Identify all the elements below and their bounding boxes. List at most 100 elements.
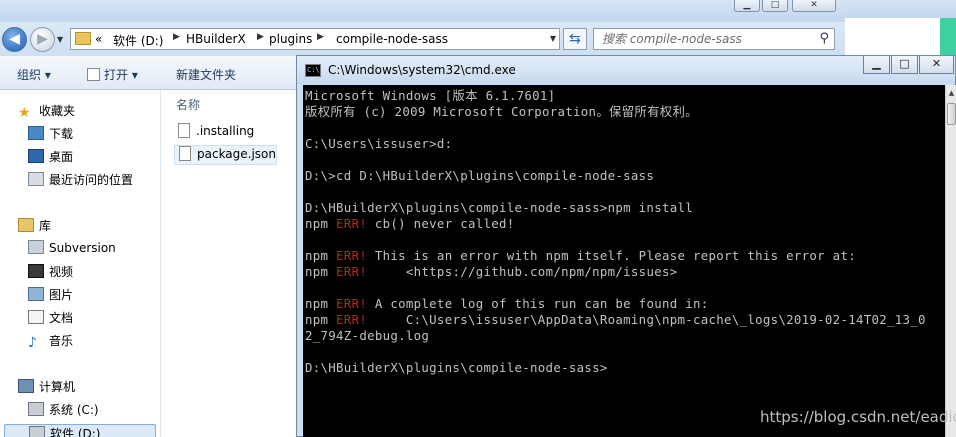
scrollbar-thumb[interactable] bbox=[947, 103, 956, 125]
explorer-title-strip: ▁ □ ✕ bbox=[0, 0, 845, 22]
arrow-right-icon: ▶ bbox=[37, 31, 48, 47]
cmd-window: C:\ C:\Windows\system32\cmd.exe ▁ □ ✕ Mi… bbox=[296, 55, 956, 437]
sidebar-item-label: 库 bbox=[39, 219, 52, 233]
breadcrumb-plugins[interactable]: plugins bbox=[269, 32, 312, 46]
sidebar-item-music[interactable]: ♪ 音乐 bbox=[28, 332, 73, 352]
sidebar-item-downloads[interactable]: 下载 bbox=[28, 125, 73, 145]
video-icon bbox=[28, 264, 44, 278]
navigation-bar: ◀ ▶ ▼ « 软件 (D:) ▶ HBuilderX ▶ plugins ▶ … bbox=[0, 22, 845, 56]
console-text: Microsoft Windows [版本 6.1.7601] 版权所有 (c) … bbox=[305, 88, 926, 376]
sidebar-item-documents[interactable]: 文档 bbox=[28, 309, 73, 329]
console-line: 2_794Z-debug.log bbox=[305, 328, 430, 343]
navigation-pane: ★ 收藏夹 下载 桌面 最近访问的位置 库 Subversion 视频 图片 文档… bbox=[0, 90, 160, 437]
breadcrumb-compile-node-sass[interactable]: compile-node-sass bbox=[336, 32, 448, 46]
breadcrumb-separator-icon[interactable]: ▶ bbox=[173, 32, 180, 42]
sidebar-item-software-drive[interactable]: 软件 (D:) bbox=[4, 424, 156, 437]
sidebar-item-computer[interactable]: 计算机 bbox=[18, 378, 75, 398]
console-message: <https://github.com/npm/npm/issues> bbox=[367, 264, 678, 279]
new-folder-button[interactable]: 新建文件夹 bbox=[176, 66, 236, 83]
sidebar-item-label: 计算机 bbox=[39, 380, 76, 394]
documents-icon bbox=[28, 310, 44, 324]
organize-menu-button[interactable]: 组织 ▾ bbox=[17, 66, 51, 83]
desktop-icon bbox=[28, 149, 44, 163]
subversion-icon bbox=[28, 240, 44, 254]
forward-button[interactable]: ▶ bbox=[30, 27, 55, 52]
column-header-name[interactable]: 名称 bbox=[176, 96, 200, 113]
sidebar-item-label: 视频 bbox=[49, 265, 74, 279]
cmd-minimize-button[interactable]: ▁ bbox=[863, 56, 890, 74]
search-icon[interactable]: ⚲ bbox=[819, 31, 829, 46]
console-line: npm ERR! This is an error with npm itsel… bbox=[305, 248, 926, 264]
address-bar[interactable]: « 软件 (D:) ▶ HBuilderX ▶ plugins ▶ compil… bbox=[70, 28, 560, 50]
computer-icon bbox=[18, 379, 34, 393]
cmd-title-bar[interactable]: C:\ C:\Windows\system32\cmd.exe ▁ □ ✕ bbox=[297, 56, 955, 84]
explorer-maximize-button[interactable]: □ bbox=[762, 0, 788, 12]
console-line: C:\Users\issuser>d: bbox=[305, 136, 453, 151]
npm-prefix: npm bbox=[305, 216, 329, 231]
console-scrollbar[interactable]: ▲ bbox=[945, 85, 956, 437]
list-item[interactable]: package.json bbox=[174, 145, 278, 165]
file-name: package.json bbox=[197, 147, 277, 161]
music-icon: ♪ bbox=[28, 335, 37, 351]
star-icon: ★ bbox=[18, 105, 31, 121]
console-output[interactable]: Microsoft Windows [版本 6.1.7601] 版权所有 (c) … bbox=[303, 85, 945, 437]
software-drive-label: 软件 (D:) bbox=[50, 427, 101, 437]
sidebar-item-recent-places[interactable]: 最近访问的位置 bbox=[28, 171, 133, 191]
breadcrumb-separator-icon[interactable]: ▶ bbox=[257, 32, 264, 42]
back-button[interactable]: ◀ bbox=[2, 27, 27, 52]
console-message: A complete log of this run can be found … bbox=[367, 296, 709, 311]
err-tag: ERR! bbox=[336, 296, 368, 311]
explorer-minimize-button[interactable]: ▁ bbox=[734, 0, 760, 12]
pictures-icon bbox=[28, 287, 44, 301]
sidebar-item-desktop[interactable]: 桌面 bbox=[28, 148, 73, 168]
sidebar-item-pictures[interactable]: 图片 bbox=[28, 286, 73, 306]
err-tag: ERR! bbox=[336, 264, 368, 279]
open-label: 打开 ▾ bbox=[104, 68, 138, 82]
file-icon bbox=[178, 123, 190, 138]
breadcrumb-drive[interactable]: 软件 (D:) bbox=[113, 32, 163, 49]
sidebar-item-libraries[interactable]: 库 bbox=[18, 217, 51, 237]
sidebar-item-videos[interactable]: 视频 bbox=[28, 263, 73, 283]
open-menu-button[interactable]: 打开 ▾ bbox=[87, 66, 138, 83]
breadcrumb-overflow[interactable]: « bbox=[95, 32, 102, 46]
refresh-icon: ⇆ bbox=[569, 31, 581, 47]
sidebar-item-label: 桌面 bbox=[49, 150, 74, 164]
console-line: D:\HBuilderX\plugins\compile-node-sass>n… bbox=[305, 200, 693, 215]
address-dropdown-icon[interactable]: ▼ bbox=[550, 34, 556, 43]
file-list: 名称 .installing package.json bbox=[168, 90, 298, 437]
console-line: D:\HBuilderX\plugins\compile-node-sass> bbox=[305, 360, 608, 375]
npm-prefix: npm bbox=[305, 264, 329, 279]
file-name: .installing bbox=[196, 124, 255, 138]
watermark-text: https://blog.csdn.net/eadio bbox=[760, 408, 956, 426]
console-line: npm ERR! C:\Users\issuser\AppData\Roamin… bbox=[305, 312, 926, 328]
sidebar-item-system-drive[interactable]: 系统 (C:) bbox=[28, 401, 99, 421]
sidebar-item-subversion[interactable]: Subversion bbox=[28, 240, 116, 260]
drive-icon bbox=[29, 426, 45, 437]
breadcrumb-separator-icon[interactable]: ▶ bbox=[317, 32, 324, 42]
scroll-up-icon[interactable]: ▲ bbox=[946, 85, 956, 101]
breadcrumb-hbuilderx[interactable]: HBuilderX bbox=[186, 32, 246, 46]
console-message: cb() never called! bbox=[367, 216, 515, 231]
folder-icon bbox=[75, 32, 91, 45]
list-item[interactable]: .installing bbox=[174, 123, 254, 143]
sidebar-item-label: 软件 (D:) bbox=[29, 425, 100, 437]
explorer-close-button[interactable]: ✕ bbox=[792, 0, 836, 12]
console-icon: C:\ bbox=[305, 64, 321, 77]
sidebar-item-favorites[interactable]: ★ 收藏夹 bbox=[18, 102, 75, 122]
refresh-button[interactable]: ⇆ bbox=[563, 28, 587, 50]
recent-places-icon bbox=[28, 172, 44, 186]
cmd-maximize-button[interactable]: □ bbox=[891, 56, 918, 74]
recent-pages-dropdown[interactable]: ▼ bbox=[57, 35, 63, 44]
pane-divider[interactable] bbox=[160, 90, 161, 437]
background-window-frame bbox=[845, 0, 956, 18]
sidebar-item-label: 图片 bbox=[49, 288, 74, 302]
cmd-window-title: C:\Windows\system32\cmd.exe bbox=[328, 63, 516, 77]
cmd-close-button[interactable]: ✕ bbox=[919, 56, 954, 74]
search-box[interactable]: ⚲ bbox=[593, 28, 835, 50]
search-input[interactable] bbox=[594, 29, 804, 49]
drive-icon bbox=[28, 402, 44, 416]
